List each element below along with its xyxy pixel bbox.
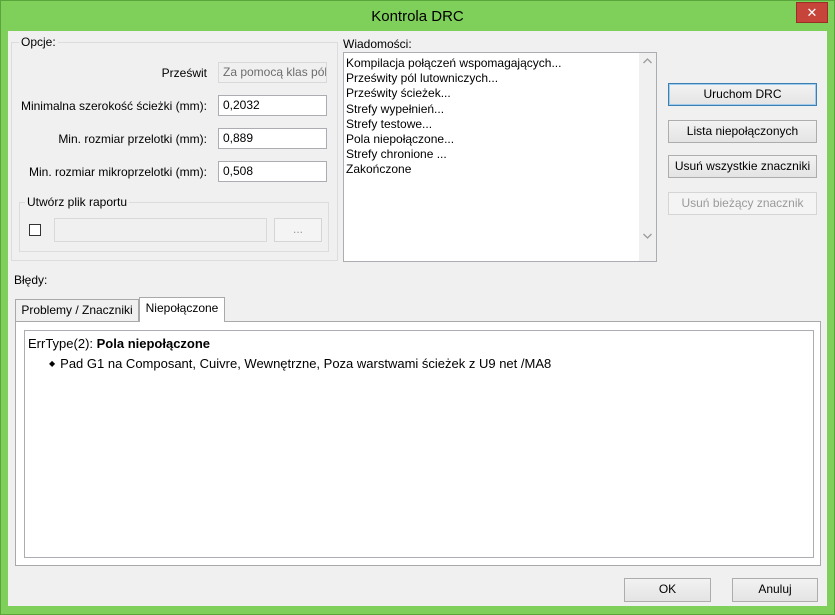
error-type-heading: ErrType(2): Pola niepołączone bbox=[28, 336, 210, 351]
min-microvia-size-input[interactable]: 0,508 bbox=[218, 161, 327, 182]
cancel-button[interactable]: Anuluj bbox=[732, 578, 818, 602]
message-line: Prześwity pól lutowniczych... bbox=[346, 71, 499, 86]
message-line: Zakończone bbox=[346, 162, 412, 177]
list-unconnected-button[interactable]: Lista niepołączonych bbox=[668, 120, 817, 143]
min-microvia-size-label: Min. rozmiar mikroprzelotki (mm): bbox=[28, 165, 207, 179]
min-track-width-input[interactable]: 0,2032 bbox=[218, 95, 327, 116]
report-legend: Utwórz plik raportu bbox=[25, 195, 130, 209]
min-via-size-label: Min. rozmiar przelotki (mm): bbox=[58, 132, 207, 146]
errors-label: Błędy: bbox=[14, 273, 48, 287]
ok-button[interactable]: OK bbox=[624, 578, 711, 602]
tab-problems-markers[interactable]: Problemy / Znaczniki bbox=[15, 299, 139, 321]
errors-tab-panel: ErrType(2): Pola niepołączone ◆ Pad G1 na… bbox=[15, 321, 821, 566]
run-drc-button[interactable]: Uruchom DRC bbox=[668, 83, 817, 106]
message-line: Strefy chronione ... bbox=[346, 147, 447, 162]
error-type-title: Pola niepołączone bbox=[96, 336, 211, 351]
message-line: Pola niepołączone... bbox=[346, 131, 455, 146]
dialog-body: Opcje: Prześwit Za pomocą klas pól Minim… bbox=[8, 31, 827, 606]
window-title: Kontrola DRC bbox=[371, 8, 464, 25]
drc-dialog: Kontrola DRC ✕ Opcje: Prześwit Za pomocą… bbox=[0, 0, 835, 615]
error-type-prefix: ErrType(2): bbox=[28, 336, 97, 351]
error-detail-text: Pad G1 na Composant, Cuivre, Wewnętrzne,… bbox=[60, 356, 552, 371]
messages-scrollbar[interactable] bbox=[639, 53, 656, 261]
title-bar: Kontrola DRC ✕ bbox=[1, 1, 834, 31]
message-line: Strefy wypełnień... bbox=[346, 101, 445, 116]
min-track-width-label: Minimalna szerokość ścieżki (mm): bbox=[20, 99, 207, 113]
delete-current-marker-button: Usuń bieżący znacznik bbox=[668, 192, 817, 215]
options-legend: Opcje: bbox=[19, 35, 58, 49]
clearance-label: Prześwit bbox=[161, 66, 207, 80]
create-report-checkbox[interactable] bbox=[29, 224, 41, 236]
clearance-field: Za pomocą klas pól bbox=[218, 62, 327, 83]
min-via-size-input[interactable]: 0,889 bbox=[218, 128, 327, 149]
message-line: Strefy testowe... bbox=[346, 116, 433, 131]
bullet-icon: ◆ bbox=[49, 359, 56, 368]
delete-all-markers-button[interactable]: Usuń wszystkie znaczniki bbox=[668, 155, 817, 178]
messages-list[interactable]: Kompilacja połączeń wspomagających... Prz… bbox=[343, 52, 657, 262]
message-line: Kompilacja połączeń wspomagających... bbox=[346, 56, 562, 70]
report-path-input bbox=[54, 218, 267, 242]
error-detail-item[interactable]: ◆ Pad G1 na Composant, Cuivre, Wewnętrzne… bbox=[49, 356, 551, 371]
close-icon[interactable]: ✕ bbox=[796, 2, 828, 23]
unconnected-list[interactable]: ErrType(2): Pola niepołączone ◆ Pad G1 na… bbox=[24, 330, 814, 558]
browse-report-button: ... bbox=[274, 218, 322, 242]
tab-unconnected[interactable]: Niepołączone bbox=[139, 297, 225, 322]
messages-label: Wiadomości: bbox=[343, 37, 412, 51]
message-line: Prześwity ścieżek... bbox=[346, 86, 451, 101]
